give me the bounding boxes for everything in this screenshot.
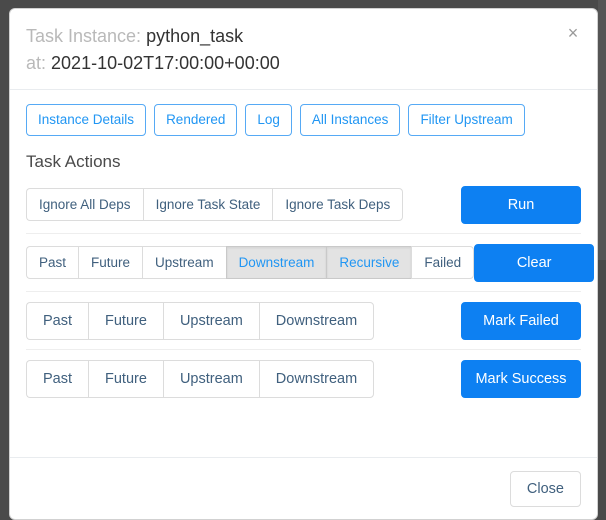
tab-row: Instance DetailsRenderedLogAll Instances…: [26, 104, 581, 136]
modal-footer: Close: [10, 457, 597, 519]
option-clear-future[interactable]: Future: [78, 246, 142, 279]
mark-failed-button[interactable]: Mark Failed: [461, 302, 581, 340]
modal-header: Task Instance: python_task at: 2021-10-0…: [10, 9, 597, 90]
option-clear-failed[interactable]: Failed: [411, 246, 474, 279]
tab-rendered[interactable]: Rendered: [154, 104, 237, 136]
mark-success-button[interactable]: Mark Success: [461, 360, 581, 398]
option-mark-success-past[interactable]: Past: [26, 360, 88, 398]
page-scrollbar[interactable]: [598, 0, 606, 516]
action-row-mark-failed: PastFutureUpstreamDownstream Mark Failed: [26, 291, 581, 349]
task-instance-modal: Task Instance: python_task at: 2021-10-0…: [9, 8, 598, 520]
option-group-mark-success: PastFutureUpstreamDownstream: [26, 360, 374, 398]
option-clear-downstream[interactable]: Downstream: [226, 246, 327, 279]
option-mark-success-downstream[interactable]: Downstream: [259, 360, 374, 398]
run-button[interactable]: Run: [461, 186, 581, 224]
option-clear-upstream[interactable]: Upstream: [142, 246, 226, 279]
option-mark-failed-future[interactable]: Future: [88, 302, 163, 340]
tab-log[interactable]: Log: [245, 104, 292, 136]
page-title: Task Instance: python_task at: 2021-10-0…: [26, 23, 581, 77]
modal-body: Instance DetailsRenderedLogAll Instances…: [10, 90, 597, 457]
title-label-at: at:: [26, 53, 46, 73]
option-mark-failed-upstream[interactable]: Upstream: [163, 302, 259, 340]
title-label-task-instance: Task Instance:: [26, 26, 141, 46]
option-mark-success-future[interactable]: Future: [88, 360, 163, 398]
action-row-run: Ignore All DepsIgnore Task StateIgnore T…: [26, 184, 581, 233]
page-scrollbar-thumb[interactable]: [598, 0, 606, 260]
title-line-at: at: 2021-10-02T17:00:00+00:00: [26, 50, 551, 77]
title-task-name: python_task: [146, 26, 243, 46]
close-icon[interactable]: ×: [561, 21, 585, 45]
option-mark-failed-past[interactable]: Past: [26, 302, 88, 340]
task-actions-list: Ignore All DepsIgnore Task StateIgnore T…: [26, 184, 581, 407]
option-clear-past[interactable]: Past: [26, 246, 78, 279]
option-run-ignore-all-deps[interactable]: Ignore All Deps: [26, 188, 143, 221]
option-group-run: Ignore All DepsIgnore Task StateIgnore T…: [26, 188, 403, 221]
option-mark-success-upstream[interactable]: Upstream: [163, 360, 259, 398]
close-button[interactable]: Close: [510, 471, 581, 507]
option-group-mark-failed: PastFutureUpstreamDownstream: [26, 302, 374, 340]
option-group-clear: PastFutureUpstreamDownstreamRecursiveFai…: [26, 246, 474, 279]
tab-all-instances[interactable]: All Instances: [300, 104, 401, 136]
tab-instance-details[interactable]: Instance Details: [26, 104, 146, 136]
option-clear-recursive[interactable]: Recursive: [326, 246, 411, 279]
title-line-task: Task Instance: python_task: [26, 23, 551, 50]
tab-filter-upstream[interactable]: Filter Upstream: [408, 104, 524, 136]
task-actions-heading: Task Actions: [26, 150, 581, 174]
action-row-clear: PastFutureUpstreamDownstreamRecursiveFai…: [26, 233, 581, 291]
title-execution-date: 2021-10-02T17:00:00+00:00: [51, 53, 280, 73]
clear-button[interactable]: Clear: [474, 244, 594, 282]
option-mark-failed-downstream[interactable]: Downstream: [259, 302, 374, 340]
action-row-mark-success: PastFutureUpstreamDownstream Mark Success: [26, 349, 581, 407]
option-run-ignore-task-deps[interactable]: Ignore Task Deps: [272, 188, 403, 221]
option-run-ignore-task-state[interactable]: Ignore Task State: [143, 188, 273, 221]
